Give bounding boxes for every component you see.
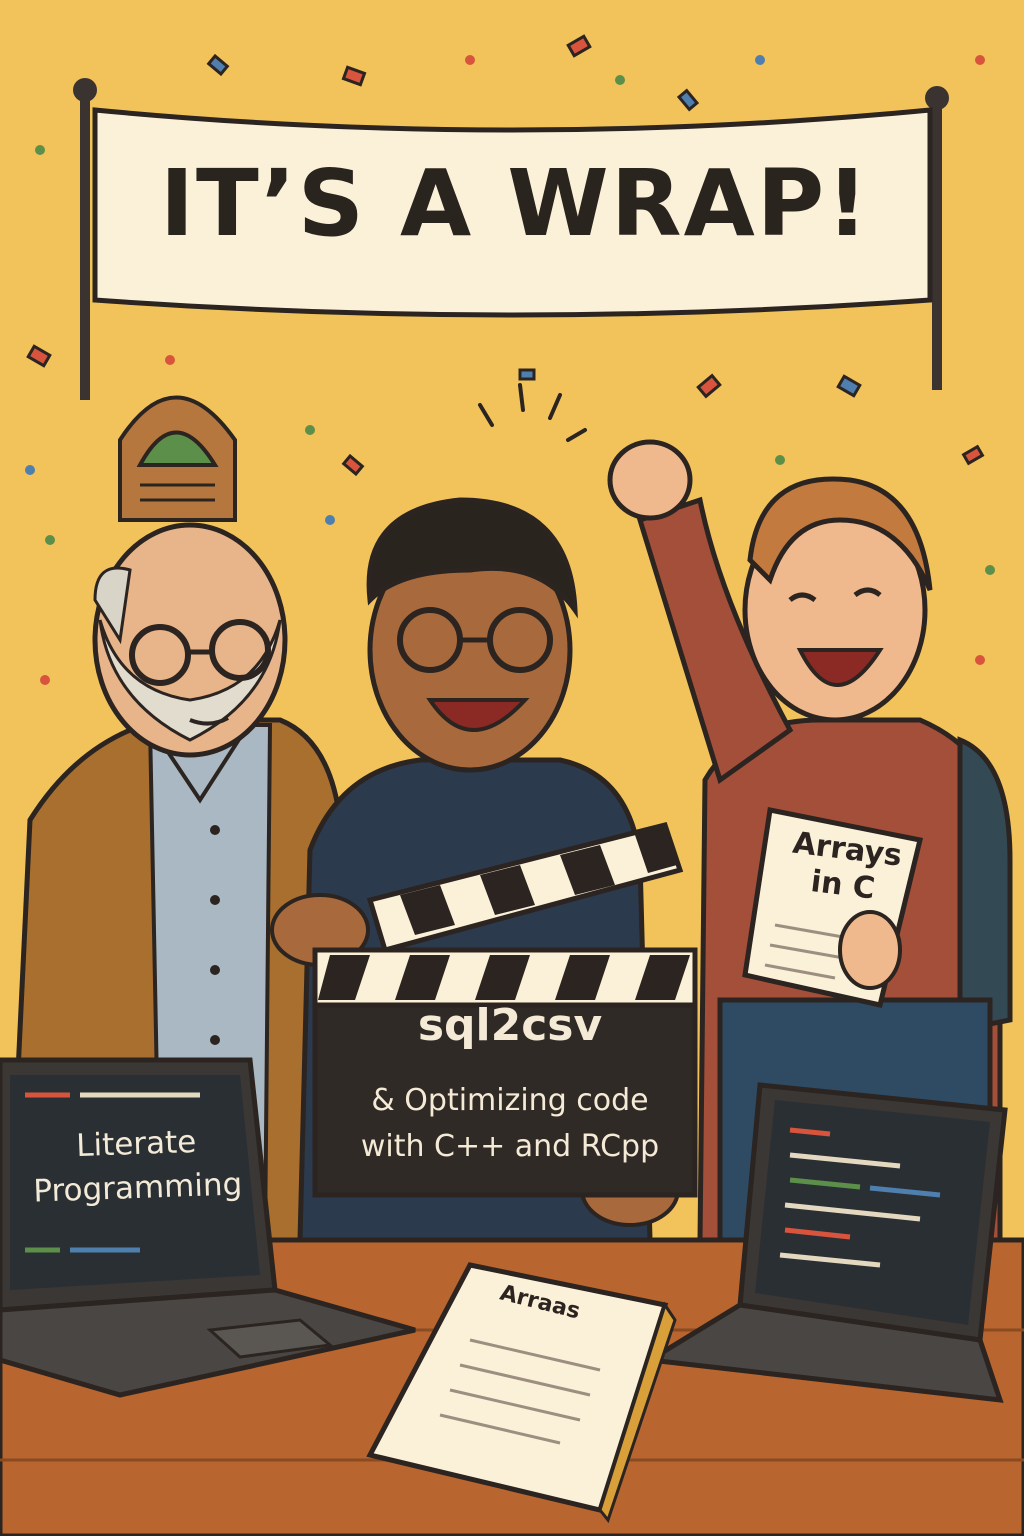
- clapperboard-subtitle: & Optimizing code with C++ and RCpp: [320, 1078, 700, 1170]
- clapperboard-subtitle-line2: with C++ and RCpp: [360, 1129, 660, 1164]
- clapperboard-subtitle-line1: & Optimizing code: [371, 1083, 649, 1118]
- banner-title: IT’S A WRAP!: [159, 150, 871, 257]
- illustration-scene: IT’S A WRAP! sql2csv & Optimizing code w…: [0, 0, 1024, 1536]
- clapperboard-title: sql2csv: [417, 1000, 603, 1051]
- laptop-text-line2: Programming: [32, 1166, 243, 1210]
- laptop-screen-text: Literate Programming: [11, 1118, 264, 1215]
